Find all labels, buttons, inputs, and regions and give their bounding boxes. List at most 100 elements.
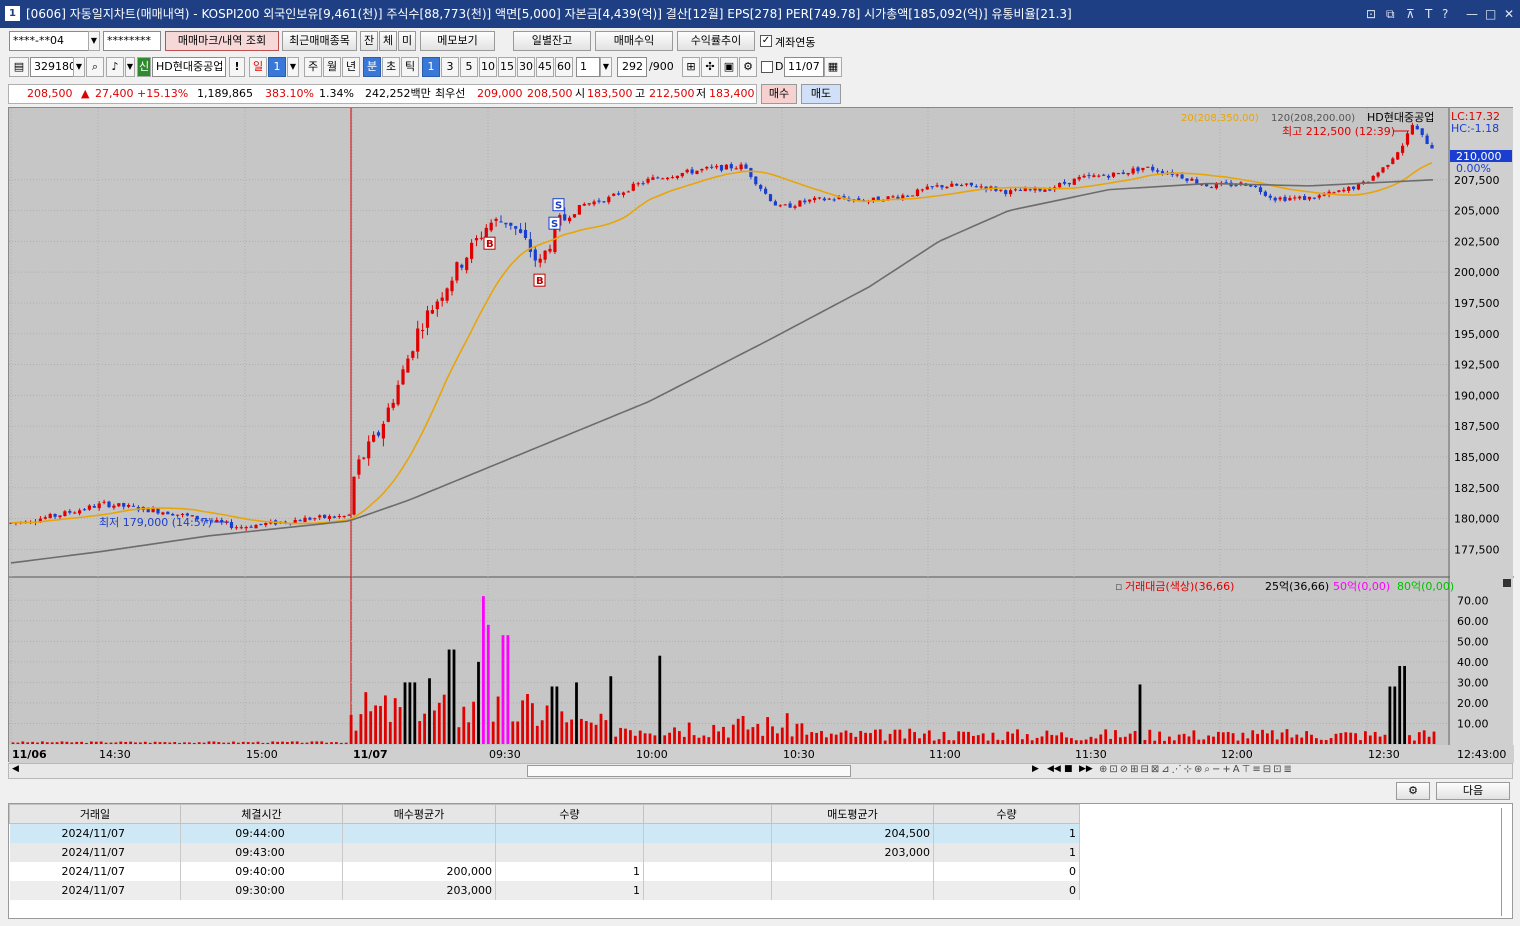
mark-query-button[interactable]: 매매마크/내역 조회 — [165, 31, 279, 51]
col-trade-date[interactable]: 거래일 — [9, 804, 181, 824]
maximize-icon[interactable]: □ — [1485, 0, 1496, 28]
minute-45-button[interactable]: 45 — [536, 57, 554, 77]
stop-icon[interactable]: ■ — [1064, 764, 1073, 774]
open-price: 183,500 — [587, 87, 633, 100]
col-buy-qty[interactable]: 수량 — [495, 804, 644, 824]
period-year-button[interactable]: 년 — [342, 57, 360, 77]
candle-body — [999, 189, 1003, 191]
alert-icon[interactable]: ! — [229, 57, 245, 77]
volume-bar — [11, 742, 15, 744]
balance-button[interactable]: 잔 — [360, 31, 378, 51]
search-icon[interactable]: ⌕ — [86, 57, 104, 77]
account-input[interactable]: ****-**04 — [9, 31, 89, 51]
candlestick-chart[interactable]: 11/06 14:30 15:00 11/07 09:30 10:00 10:30 11:00… — [9, 108, 1514, 763]
scroll-left-icon[interactable]: ◀ — [12, 764, 19, 774]
credit-badge: 신 — [137, 57, 151, 77]
candle-body — [1371, 175, 1375, 181]
window-font-icon[interactable]: T — [1425, 0, 1432, 28]
x-tick-label: 11/07 — [353, 748, 388, 761]
minute-60-button[interactable]: 60 — [555, 57, 573, 77]
period-tick-button[interactable]: 틱 — [401, 57, 419, 77]
window-pin-icon[interactable]: ⊼ — [1406, 0, 1415, 28]
period-second-button[interactable]: 초 — [382, 57, 400, 77]
stock-code-input[interactable]: 329180 — [30, 57, 76, 77]
unfilled-button[interactable]: 미 — [398, 31, 416, 51]
toolbar-chart: ▤ 329180 ▼ ⌕ ♪ ▼ 신 HD현대중공업 ! 일 1 ▼ 주 월 년… — [0, 57, 1520, 79]
candle-body — [396, 384, 400, 405]
col-buy-avg[interactable]: 매수평균가 — [342, 804, 496, 824]
chart-tool-icon[interactable]: ⊞ — [682, 57, 700, 77]
crosshair-icon[interactable]: ✣ — [701, 57, 719, 77]
interval-dropdown-icon[interactable]: ▼ — [600, 57, 612, 77]
col-sell-qty[interactable]: 수량 — [933, 804, 1080, 824]
save-icon[interactable]: ▣ — [720, 57, 738, 77]
drawing-tools-icon[interactable]: ⊕⊡⊘⊞⊟⊠⊿⋰⊹⊛⌕−+A⊤≡⊟⊡≣ — [1099, 764, 1294, 775]
col-sell-avg[interactable]: 매도평균가 — [771, 804, 934, 824]
period-minute-button[interactable]: 분 — [363, 57, 381, 77]
window-help-icon[interactable]: ? — [1442, 0, 1448, 28]
filled-button[interactable]: 체 — [379, 31, 397, 51]
daily-balance-button[interactable]: 일별잔고 — [513, 31, 591, 51]
speaker-dropdown-icon[interactable]: ▼ — [125, 57, 135, 77]
minute-15-button[interactable]: 15 — [498, 57, 516, 77]
volume-bar — [766, 717, 769, 744]
minute-5-button[interactable]: 5 — [460, 57, 478, 77]
x-tick-label: 10:00 — [636, 748, 668, 761]
volume-bar — [653, 735, 657, 744]
scroll-right-icon[interactable]: ▶ — [1032, 764, 1039, 774]
stock-name-field[interactable]: HD현대중공업 — [152, 57, 226, 77]
minute-3-button[interactable]: 3 — [441, 57, 459, 77]
volume-bar — [1388, 686, 1392, 744]
grid-settings-icon[interactable]: ⚙ — [1396, 782, 1430, 800]
chart-scrollbar[interactable]: ◀ ▶ ◀◀ ■ ▶▶ ⊕⊡⊘⊞⊟⊠⊿⋰⊹⊛⌕−+A⊤≡⊟⊡≣ — [8, 763, 1513, 779]
period-week-button[interactable]: 주 — [304, 57, 322, 77]
period-day-button[interactable]: 일 — [249, 57, 267, 77]
col-exec-time[interactable]: 체결시간 — [180, 804, 343, 824]
date-checkbox[interactable] — [761, 61, 773, 73]
table-row[interactable]: 2024/11/07 09:44:00 204,500 1 — [9, 823, 1080, 843]
rewind-icon[interactable]: ◀◀ — [1047, 764, 1061, 774]
speaker-icon[interactable]: ♪ — [106, 57, 124, 77]
candle-body — [460, 264, 464, 268]
window-tile-icon[interactable]: ⧉ — [1386, 0, 1395, 28]
period-dropdown-icon[interactable]: ▼ — [287, 57, 299, 77]
calendar-icon[interactable]: ▦ — [824, 57, 842, 77]
minute-1-button[interactable]: 1 — [422, 57, 440, 77]
volume-bar — [1060, 732, 1063, 744]
scroll-thumb[interactable] — [527, 765, 851, 777]
close-icon[interactable]: ✕ — [1504, 0, 1514, 28]
count-input[interactable]: 292 — [617, 57, 647, 77]
sell-button[interactable]: 매도 — [801, 84, 841, 104]
recent-stocks-button[interactable]: 최근매매종목 — [282, 31, 357, 51]
candle-body — [416, 328, 420, 352]
table-row[interactable]: 2024/11/07 09:43:00 203,000 1 — [9, 842, 1080, 862]
window-snap-icon[interactable]: ⊡ — [1366, 0, 1376, 28]
grid-scrollbar[interactable] — [1501, 808, 1509, 916]
minimize-icon[interactable]: — — [1466, 0, 1478, 28]
buy-button[interactable]: 매수 — [761, 84, 797, 104]
stock-list-icon[interactable]: ▤ — [9, 57, 29, 77]
x-tick-label: 15:00 — [246, 748, 278, 761]
table-row[interactable]: 2024/11/07 09:30:00 203,000 1 0 — [9, 880, 1080, 900]
code-dropdown-icon[interactable]: ▼ — [73, 57, 85, 77]
link-checkbox[interactable]: ✓ — [760, 35, 772, 47]
next-button[interactable]: 다음 — [1436, 782, 1510, 800]
table-row[interactable]: 2024/11/07 09:40:00 200,000 1 0 — [9, 861, 1080, 881]
candle-body — [533, 249, 537, 261]
gear-icon[interactable]: ⚙ — [739, 57, 757, 77]
date-input[interactable]: 11/07 — [784, 57, 824, 77]
chart-area[interactable]: 11/06 14:30 15:00 11/07 09:30 10:00 10:30 11:00… — [8, 107, 1514, 763]
forward-icon[interactable]: ▶▶ — [1079, 764, 1093, 774]
minute-10-button[interactable]: 10 — [479, 57, 497, 77]
return-trend-button[interactable]: 수익률추이 — [677, 31, 755, 51]
minute-30-button[interactable]: 30 — [517, 57, 535, 77]
trade-profit-button[interactable]: 매매수익 — [595, 31, 673, 51]
col-blank[interactable] — [643, 804, 772, 824]
memo-button[interactable]: 메모보기 — [420, 31, 495, 51]
period-count-field[interactable]: 1 — [268, 57, 286, 77]
period-month-button[interactable]: 월 — [323, 57, 341, 77]
interval-input[interactable]: 1 — [576, 57, 600, 77]
password-input[interactable]: ******** — [103, 31, 161, 51]
account-dropdown-icon[interactable]: ▼ — [88, 31, 100, 51]
max-count-label: /900 — [649, 60, 674, 73]
